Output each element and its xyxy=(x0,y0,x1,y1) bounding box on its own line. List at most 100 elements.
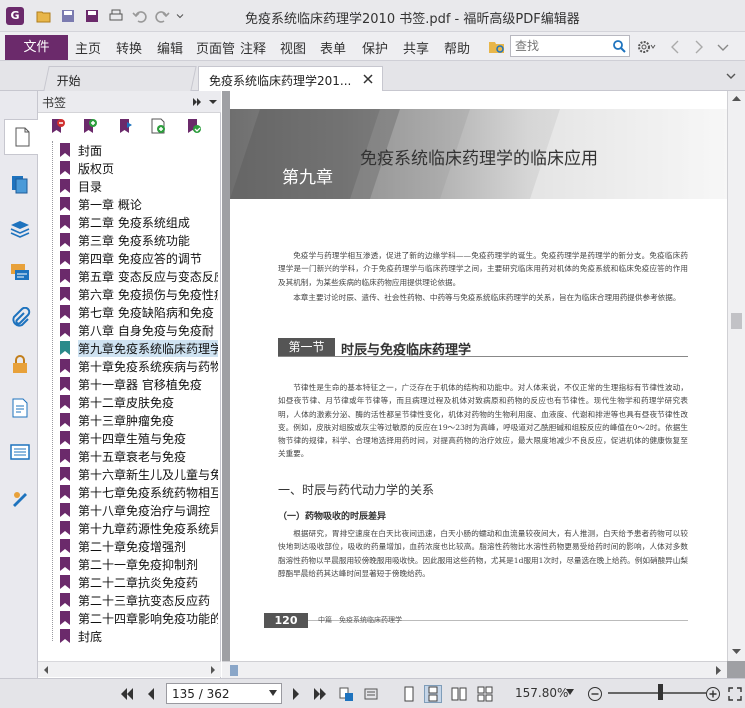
search-input[interactable] xyxy=(511,36,603,56)
nav-back-icon[interactable] xyxy=(668,39,682,55)
horizontal-scroll-thumb[interactable] xyxy=(230,665,238,676)
zoom-in-icon[interactable] xyxy=(704,685,722,703)
continuous-facing-icon[interactable] xyxy=(476,685,494,703)
bookmark-properties-icon[interactable] xyxy=(186,118,202,134)
scroll-left-icon[interactable] xyxy=(42,666,50,674)
bookmark-item[interactable]: 封底 xyxy=(60,627,218,645)
form-fields-icon[interactable] xyxy=(6,437,34,467)
menu-convert[interactable]: 转换 xyxy=(116,38,142,57)
nav-forward-icon[interactable] xyxy=(692,39,706,55)
panel-horizontal-scrollbar[interactable] xyxy=(38,661,221,677)
next-page-icon[interactable] xyxy=(287,685,305,703)
bookmark-item[interactable]: 第十八章免疫治疗与调控 xyxy=(60,501,218,519)
bookmark-item[interactable]: 第十一章器 官移植免疫 xyxy=(60,375,218,393)
scroll-down-icon[interactable] xyxy=(732,647,741,655)
last-page-icon[interactable] xyxy=(311,685,329,703)
menu-home[interactable]: 主页 xyxy=(75,38,101,57)
bookmark-item[interactable]: 第十三章肿瘤免疫 xyxy=(60,411,218,429)
gear-icon[interactable] xyxy=(636,38,658,56)
ribbon-collapse-icon[interactable] xyxy=(716,39,730,55)
chevron-down-icon[interactable] xyxy=(174,8,186,24)
new-child-bookmark-icon[interactable] xyxy=(150,118,166,134)
page-number-field[interactable]: 135 / 362 xyxy=(166,683,282,704)
security-lock-icon[interactable] xyxy=(6,349,34,379)
undo-icon[interactable] xyxy=(132,8,148,24)
app-logo[interactable]: G xyxy=(6,7,24,25)
fullscreen-icon[interactable] xyxy=(726,685,744,703)
bookmark-item[interactable]: 第十二章皮肤免疫 xyxy=(60,393,218,411)
menu-edit[interactable]: 编辑 xyxy=(157,38,183,57)
bookmark-item[interactable]: 第五章 变态反应与变态反应 xyxy=(60,267,218,285)
first-page-icon[interactable] xyxy=(118,685,136,703)
zoom-slider-thumb[interactable] xyxy=(658,684,663,700)
zoom-out-icon[interactable] xyxy=(586,685,604,703)
document-view[interactable]: 第九章 免疫系统临床药理学的临床应用 免疫学与药理学相互渗透，促进了新的边缘学科… xyxy=(222,91,745,678)
single-page-icon[interactable] xyxy=(400,685,418,703)
tab-start[interactable]: 开始 xyxy=(43,66,197,91)
bookmark-item[interactable]: 第十五章衰老与免疫 xyxy=(60,447,218,465)
menu-protect[interactable]: 保护 xyxy=(362,38,388,57)
bookmark-item[interactable]: 第四章 免疫应答的调节 xyxy=(60,249,218,267)
page-thumbnail-icon[interactable] xyxy=(4,119,38,155)
bookmark-item[interactable]: 第十九章药源性免疫系统异 xyxy=(60,519,218,537)
document-properties-icon[interactable] xyxy=(6,393,34,423)
scroll-up-icon[interactable] xyxy=(732,95,741,103)
open-icon[interactable] xyxy=(36,8,52,24)
scroll-right-icon[interactable] xyxy=(209,666,217,674)
page-extract-icon[interactable] xyxy=(337,685,355,703)
attachment-icon[interactable] xyxy=(6,303,34,333)
search-icon[interactable] xyxy=(611,38,627,54)
bookmark-item[interactable]: 第一章 概论 xyxy=(60,195,218,213)
bookmark-item[interactable]: 第八章 自身免疫与免疫耐 xyxy=(60,321,218,339)
zoom-dropdown-icon[interactable] xyxy=(566,689,574,695)
zoom-level[interactable]: 157.80% xyxy=(515,686,568,700)
menu-comment[interactable]: 注释 xyxy=(240,38,266,57)
bookmark-item[interactable]: 第十七章免疫系统药物相互 xyxy=(60,483,218,501)
collapse-panel-icon[interactable] xyxy=(190,95,204,109)
print-icon[interactable] xyxy=(108,8,124,24)
comments-icon[interactable] xyxy=(6,257,34,287)
save-as-icon[interactable] xyxy=(84,8,100,24)
redo-icon[interactable] xyxy=(154,8,170,24)
bookmark-item[interactable]: 第十四章生殖与免疫 xyxy=(60,429,218,447)
layers-icon[interactable] xyxy=(6,213,34,243)
tab-list-icon[interactable] xyxy=(724,69,738,83)
bookmark-item[interactable]: 第十六章新生儿及儿童与免 xyxy=(60,465,218,483)
bookmark-item[interactable]: 第九章免疫系统临床药理学 xyxy=(60,339,218,357)
vertical-scrollbar[interactable] xyxy=(727,91,745,661)
bookmark-item[interactable]: 第二章 免疫系统组成 xyxy=(60,213,218,231)
bookmark-item[interactable]: 目录 xyxy=(60,177,218,195)
continuous-page-icon[interactable] xyxy=(424,685,442,703)
menu-form[interactable]: 表单 xyxy=(320,38,346,57)
close-tab-icon[interactable] xyxy=(362,73,374,85)
file-menu-button[interactable]: 文件 xyxy=(5,35,68,60)
bookmark-item[interactable]: 版权页 xyxy=(60,159,218,177)
find-folder-icon[interactable] xyxy=(488,38,506,56)
scroll-right-icon[interactable] xyxy=(714,666,722,675)
menu-help[interactable]: 帮助 xyxy=(444,38,470,57)
signature-icon[interactable] xyxy=(6,483,34,513)
bookmark-item[interactable]: 第二十三章抗变态反应药 xyxy=(60,591,218,609)
pdf-page[interactable]: 第九章 免疫系统临床药理学的临床应用 免疫学与药理学相互渗透，促进了新的边缘学科… xyxy=(230,91,727,661)
vertical-scroll-thumb[interactable] xyxy=(731,313,742,329)
delete-bookmark-icon[interactable] xyxy=(50,118,66,134)
bookmark-item[interactable]: 第二十二章抗炎免疫药 xyxy=(60,573,218,591)
bookmark-item[interactable]: 第三章 免疫系统功能 xyxy=(60,231,218,249)
pages-panel-icon[interactable] xyxy=(6,169,34,199)
page-dropdown-icon[interactable] xyxy=(269,690,277,696)
menu-page-manage[interactable]: 页面管 xyxy=(196,38,238,57)
panel-menu-icon[interactable] xyxy=(206,95,220,109)
page-view-icon[interactable] xyxy=(362,685,380,703)
facing-pages-icon[interactable] xyxy=(450,685,468,703)
bookmark-item[interactable]: 第十章免疫系统疾病与药物 xyxy=(60,357,218,375)
zoom-slider[interactable] xyxy=(608,692,706,694)
previous-page-icon[interactable] xyxy=(142,685,160,703)
save-icon[interactable] xyxy=(60,8,76,24)
menu-share[interactable]: 共享 xyxy=(403,38,429,57)
bookmark-item[interactable]: 第六章 免疫损伤与免疫性疾 xyxy=(60,285,218,303)
horizontal-scrollbar[interactable] xyxy=(222,661,727,678)
add-bookmark-icon[interactable] xyxy=(82,118,98,134)
tab-document[interactable]: 免疫系统临床药理学201... xyxy=(198,66,383,91)
menu-view[interactable]: 视图 xyxy=(280,38,306,57)
bookmark-item[interactable]: 第二十章免疫增强剂 xyxy=(60,537,218,555)
